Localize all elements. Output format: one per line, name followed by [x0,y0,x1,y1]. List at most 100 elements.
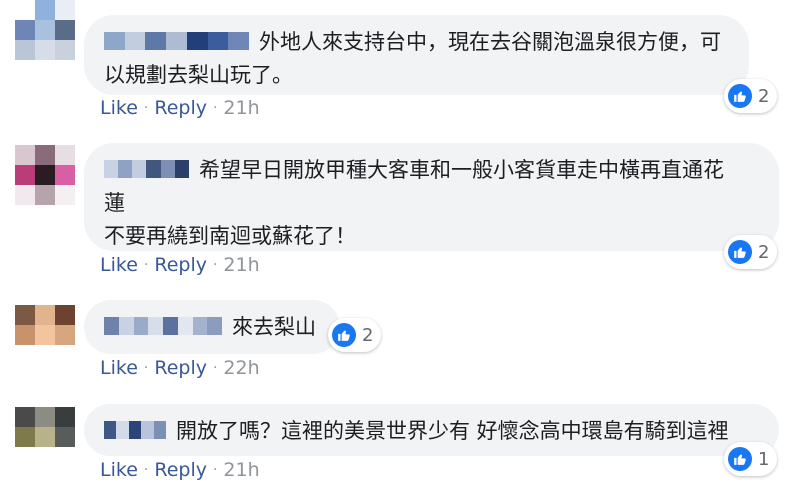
like-reaction-icon [332,323,356,347]
comment-timestamp[interactable]: 22h [223,357,259,379]
like-link[interactable]: Like [100,357,138,379]
like-reaction-icon [728,447,752,471]
avatar-pixel [15,305,35,325]
reaction-count: 1 [758,448,770,470]
name-blur-block [174,160,189,178]
name-blur-block [104,421,117,439]
like-link[interactable]: Like [100,254,138,276]
name-blur-block [148,317,163,335]
reaction-count: 2 [758,85,770,107]
comment-actions: Like · Reply · 21h [100,254,260,276]
avatar[interactable] [15,145,75,205]
reaction-summary[interactable]: 2 [724,79,778,113]
separator-dot: · [143,100,149,116]
avatar[interactable] [15,407,75,447]
comment-actions: Like · Reply · 21h [100,459,260,481]
comment-text: 希望早日開放甲種大客車和一般小客貨車走中橫再直通花 蓮 不要再繞到南迴或蘇花了！ [104,158,724,248]
avatar-pixel [55,145,75,165]
name-blur-block [118,160,133,178]
name-blur-block [177,317,193,335]
like-reaction-icon [728,240,752,264]
avatar-pixel [15,407,35,427]
name-blur-block [228,32,249,50]
like-reaction-icon [728,84,752,108]
avatar-pixel [15,0,35,20]
commenter-name[interactable] [104,32,249,50]
thumbs-up-icon [734,247,746,258]
name-blur-block [104,32,125,50]
comment-bubble: 希望早日開放甲種大客車和一般小客貨車走中橫再直通花 蓮 不要再繞到南迴或蘇花了！ [84,143,779,251]
name-blur-block [128,421,142,439]
comment-actions: Like · Reply · 21h [100,97,260,119]
name-blur-block [104,317,119,335]
name-blur-block [207,317,222,335]
name-blur-block [132,160,147,178]
avatar-pixel [35,0,55,20]
reply-link[interactable]: Reply [154,459,207,481]
comment-timestamp[interactable]: 21h [223,254,259,276]
avatar[interactable] [15,0,75,60]
comment-actions: Like · Reply · 22h [100,357,260,379]
avatar-pixel [35,185,55,205]
avatar-pixel [55,40,75,60]
avatar-pixel [55,185,75,205]
name-blur-block [145,32,167,50]
name-blur-block [153,421,166,439]
avatar-pixel [55,20,75,40]
name-blur-block [160,160,175,178]
reply-link[interactable]: Reply [154,97,207,119]
avatar-pixel [35,407,55,427]
name-blur-block [146,160,161,178]
avatar-pixel [35,40,55,60]
avatar-pixel [55,427,75,447]
avatar-pixel [55,0,75,20]
reaction-summary[interactable]: 2 [724,235,778,269]
thumbs-up-icon [734,91,746,102]
separator-dot: · [143,462,149,478]
name-blur-block [118,317,134,335]
comment-bubble: 來去梨山 [84,300,340,354]
comment-text: 來去梨山 [232,315,316,339]
name-blur-block [116,421,129,439]
avatar-pixel [55,165,75,185]
name-blur-block [141,421,154,439]
avatar-pixel [15,20,35,40]
like-link[interactable]: Like [100,97,138,119]
name-blur-block [163,317,178,335]
name-blur-block [133,317,149,335]
avatar-pixel [55,305,75,325]
reaction-summary[interactable]: 2 [328,318,382,352]
reaction-summary[interactable]: 1 [724,442,778,476]
avatar-pixel [15,145,35,165]
avatar-pixel [35,145,55,165]
name-blur-block [186,32,208,50]
comment-bubble: 開放了嗎？這裡的美景世界少有 好懷念高中環島有騎到這裡 [84,404,779,456]
like-link[interactable]: Like [100,459,138,481]
reaction-count: 2 [758,241,770,263]
comment-timestamp[interactable]: 21h [223,459,259,481]
name-blur-block [124,32,146,50]
separator-dot: · [143,360,149,376]
avatar-pixel [35,20,55,40]
comment-bubble: 外地人來支持台中，現在去谷關泡溫泉很方便，可 以規劃去梨山玩了。 [84,15,749,95]
commenter-name[interactable] [104,421,166,439]
name-blur-block [104,160,119,178]
commenter-name[interactable] [104,317,222,335]
avatar-pixel [55,325,75,345]
name-blur-block [207,32,229,50]
reply-link[interactable]: Reply [154,254,207,276]
avatar[interactable] [15,305,75,345]
avatar-pixel [15,185,35,205]
reaction-count: 2 [362,324,374,346]
reply-link[interactable]: Reply [154,357,207,379]
avatar-pixel [15,427,35,447]
comment-timestamp[interactable]: 21h [223,97,259,119]
avatar-pixel [35,427,55,447]
thumbs-up-icon [734,454,746,465]
commenter-name[interactable] [104,160,189,178]
separator-dot: · [212,100,218,116]
avatar-pixel [35,165,55,185]
comment-text: 開放了嗎？這裡的美景世界少有 好懷念高中環島有騎到這裡 [176,419,729,443]
separator-dot: · [143,257,149,273]
name-blur-block [166,32,187,50]
